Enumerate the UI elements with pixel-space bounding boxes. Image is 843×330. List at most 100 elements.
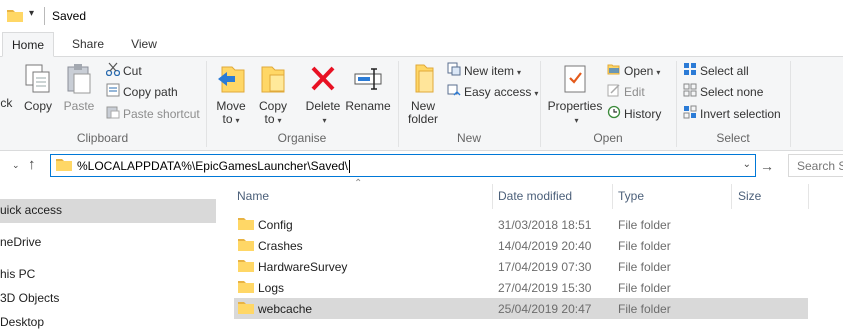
table-row[interactable]: HardwareSurvey 17/04/2019 07:30 File fol… <box>234 256 808 277</box>
copy-button[interactable]: Copy <box>22 63 54 113</box>
table-row[interactable]: webcache 25/04/2019 20:47 File folder <box>234 298 808 319</box>
sort-ascending-icon: ⌃ <box>354 178 363 189</box>
history-button[interactable]: History <box>607 105 661 125</box>
move-to-button[interactable]: Move to ▾ <box>213 63 249 127</box>
go-arrow-icon[interactable]: → <box>760 158 774 174</box>
tab-view[interactable]: View <box>122 32 166 57</box>
open-label: Open <box>624 64 654 78</box>
title-bar: ▾ Saved <box>0 0 843 32</box>
copy-icon <box>22 63 54 98</box>
nav-item-desktop[interactable]: Desktop <box>0 311 216 330</box>
table-row[interactable]: Crashes 14/04/2019 20:40 File folder <box>234 235 808 256</box>
address-history-dropdown-icon[interactable]: ⌄ <box>743 159 751 170</box>
paste-button[interactable]: Paste <box>62 63 96 113</box>
table-row[interactable]: Config 31/03/2018 18:51 File folder <box>234 214 808 235</box>
properties-icon <box>545 63 605 98</box>
address-bar[interactable]: %LOCALAPPDATA%\EpicGamesLauncher\Saved\ … <box>50 154 756 177</box>
nav-item-quick-access[interactable]: uick access <box>0 199 216 223</box>
rename-label: Rename <box>345 99 391 113</box>
copy-to-dropdown-arrow: ▾ <box>277 116 282 125</box>
recent-locations-chevron-icon[interactable]: ⌄ <box>12 160 20 171</box>
tab-home[interactable]: Home <box>2 32 54 57</box>
nav-item-label: neDrive <box>0 235 42 249</box>
move-to-dropdown-arrow: ▾ <box>235 116 240 125</box>
nav-item-onedrive[interactable]: neDrive <box>0 231 216 255</box>
copy-label: Copy <box>23 99 52 113</box>
invert-selection-button[interactable]: Invert selection <box>683 105 781 125</box>
copy-to-button[interactable]: Copy to ▾ <box>255 63 291 127</box>
nav-item-label: uick access <box>0 203 63 217</box>
move-to-label-2: to <box>222 112 233 126</box>
easy-access-button[interactable]: Easy access ▾ <box>447 83 538 103</box>
select-group-label: Select <box>716 131 750 145</box>
column-divider[interactable] <box>808 184 809 209</box>
paste-shortcut-icon <box>106 105 120 124</box>
organise-group: Move to ▾ Copy to ▾ Delete ▾ Rename Organi… <box>207 57 397 151</box>
search-placeholder: Search Saved <box>797 159 843 173</box>
ribbon-tabs: Home Share View <box>0 32 843 57</box>
tab-share[interactable]: Share <box>66 32 110 57</box>
file-type: File folder <box>618 302 671 316</box>
nav-item-label: his PC <box>0 267 36 281</box>
folder-icon <box>238 217 254 234</box>
move-to-icon <box>213 63 249 98</box>
properties-button[interactable]: Properties ▾ <box>545 63 605 127</box>
search-box[interactable]: Search Saved <box>788 154 843 177</box>
new-item-label: New item <box>464 64 515 78</box>
paste-shortcut-button[interactable]: Paste shortcut <box>106 105 200 125</box>
column-header-size[interactable]: Size <box>738 189 761 203</box>
folder-icon[interactable] <box>7 8 23 25</box>
select-all-button[interactable]: Select all <box>683 62 749 82</box>
folder-icon <box>56 158 72 175</box>
up-arrow-icon[interactable]: ↑ <box>28 156 36 173</box>
nav-item-this-pc[interactable]: his PC <box>0 263 216 287</box>
column-divider[interactable] <box>492 184 493 209</box>
file-date-modified: 17/04/2019 07:30 <box>498 260 592 274</box>
folder-icon <box>238 280 254 297</box>
select-all-label: Select all <box>700 64 749 78</box>
organise-group-label: Organise <box>277 131 327 145</box>
nav-item-label: Desktop <box>0 315 45 329</box>
rename-icon <box>345 63 391 98</box>
select-none-icon <box>683 83 697 102</box>
address-path-input[interactable]: %LOCALAPPDATA%\EpicGamesLauncher\Saved\ <box>77 159 351 174</box>
properties-dropdown-arrow: ▾ <box>574 116 579 125</box>
address-row: ⌄ ↑ %LOCALAPPDATA%\EpicGamesLauncher\Sav… <box>0 151 843 181</box>
paste-label: Paste <box>63 99 95 113</box>
file-name: Logs <box>258 281 285 295</box>
new-group-label: New <box>456 131 481 145</box>
cut-button[interactable]: Cut <box>105 62 142 82</box>
address-path-text: %LOCALAPPDATA%\EpicGamesLauncher\Saved\ <box>77 159 349 173</box>
new-item-button[interactable]: New item ▾ <box>447 62 521 82</box>
nav-item-3d-objects[interactable]: 3D Objects <box>0 287 216 311</box>
column-divider[interactable] <box>731 184 732 209</box>
quick-access-toolbar-dropdown[interactable]: ▾ <box>29 8 34 19</box>
column-header-name[interactable]: Name <box>237 189 269 203</box>
pin-to-quick-access-button[interactable]: ick <box>0 97 16 110</box>
delete-dropdown-arrow: ▾ <box>322 116 327 125</box>
table-row[interactable]: Logs 27/04/2019 15:30 File folder <box>234 277 808 298</box>
edit-button[interactable]: Edit <box>607 83 645 103</box>
new-item-dropdown-arrow: ▾ <box>517 68 522 77</box>
open-button[interactable]: Open ▾ <box>607 62 660 82</box>
paste-icon <box>62 63 96 98</box>
delete-button[interactable]: Delete ▾ <box>303 63 343 127</box>
file-type: File folder <box>618 260 671 274</box>
file-name: webcache <box>258 302 313 316</box>
copy-path-button[interactable]: Copy path <box>106 83 178 103</box>
history-clock-icon <box>607 105 621 124</box>
scissors-icon <box>105 62 121 81</box>
nav-item-label: 3D Objects <box>0 291 60 305</box>
new-folder-label-1: New <box>410 99 435 113</box>
delete-x-icon <box>303 63 343 98</box>
select-all-icon <box>683 62 697 81</box>
rename-button[interactable]: Rename <box>345 63 391 113</box>
file-date-modified: 14/04/2019 20:40 <box>498 239 592 253</box>
select-none-button[interactable]: Select none <box>683 83 763 103</box>
column-divider[interactable] <box>612 184 613 209</box>
column-header-type[interactable]: Type <box>618 189 644 203</box>
invert-selection-icon <box>683 105 697 124</box>
column-header-date-modified[interactable]: Date modified <box>498 189 572 203</box>
new-folder-button[interactable]: New folder <box>403 63 443 126</box>
move-to-label-1: Move <box>216 99 246 113</box>
